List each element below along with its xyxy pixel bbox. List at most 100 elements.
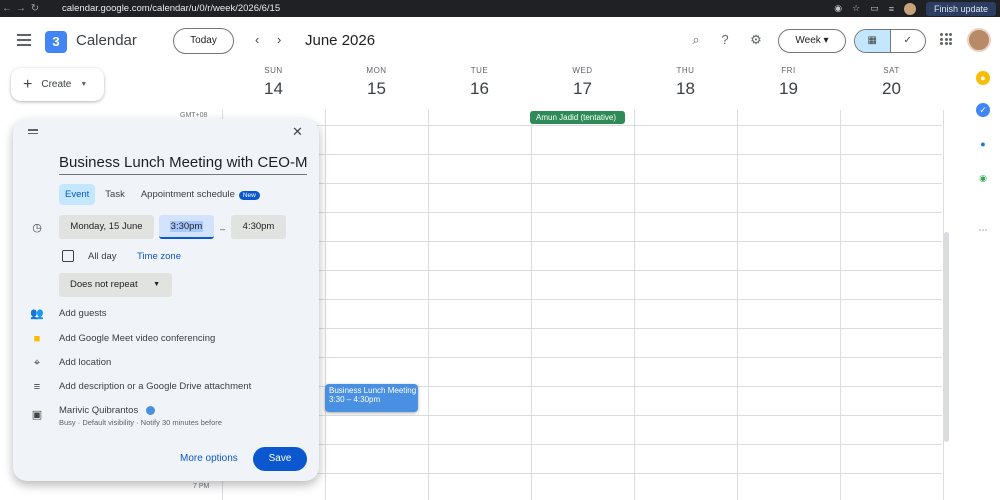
end-time-field[interactable]: 4:30pm [231, 215, 286, 239]
grid-hour-line [222, 328, 942, 329]
playlist-icon[interactable]: ≡ [889, 4, 894, 14]
view-label: Week [795, 35, 821, 46]
event-time: 3:30 – 4:30pm [329, 395, 381, 404]
back-icon[interactable]: ← [0, 3, 14, 14]
more-options-button[interactable]: More options [180, 453, 238, 464]
start-time-field[interactable]: 3:30pm [159, 215, 214, 239]
create-button[interactable]: + Create ▼ [11, 68, 104, 101]
grid-scrollbar[interactable] [944, 232, 949, 442]
grid-hour-line [222, 444, 942, 445]
new-badge: New [238, 191, 260, 200]
grid-column-line [840, 110, 841, 500]
add-location-field[interactable]: Add location [59, 357, 111, 368]
calendar-view-icon[interactable]: ▦ [855, 30, 891, 52]
time-zone-link[interactable]: Time zone [137, 251, 181, 262]
grid-hour-line [222, 212, 942, 213]
add-meet-button[interactable]: Add Google Meet video conferencing [59, 333, 215, 344]
start-time-value: 3:30pm [169, 221, 204, 232]
view-selector[interactable]: Week ▾ [778, 29, 846, 53]
repeat-value: Does not repeat [70, 279, 138, 290]
timezone-label: GMT+08 [180, 112, 208, 119]
guests-icon: 👥 [30, 308, 44, 320]
day-name: WED [572, 66, 593, 75]
quick-event-dialog: ✕ Business Lunch Meeting with CEO-M Even… [13, 119, 319, 481]
grid-hour-line [222, 299, 942, 300]
star-icon[interactable]: ☆ [852, 3, 860, 14]
day-header: WED 17 [531, 66, 634, 99]
add-guests-field[interactable]: Add guests [59, 308, 107, 319]
drag-handle-icon[interactable] [28, 129, 38, 136]
repeat-dropdown[interactable]: Does not repeat ▼ [59, 273, 172, 297]
grid-column-line [737, 110, 738, 500]
calendar-tasks-toggle: ▦ ✓ [854, 29, 926, 53]
today-button[interactable]: Today [173, 28, 234, 54]
eye-icon[interactable]: ◉ [834, 3, 842, 14]
calendar-header: 3 Calendar Today ‹ › June 2026 ⌕ ? ⚙ Wee… [0, 17, 1000, 65]
grid-hour-line [222, 473, 942, 474]
day-date[interactable]: 19 [737, 79, 840, 99]
grid-hour-line [222, 183, 942, 184]
tab-appointment-schedule[interactable]: Appointment schedule New [135, 184, 266, 205]
previous-week-icon[interactable]: ‹ [255, 32, 259, 47]
profile-avatar[interactable] [903, 2, 916, 15]
side-panel-rail: ● ✓ ● ◉ ⋯ [966, 65, 1000, 500]
save-button[interactable]: Save [253, 447, 307, 471]
grid-column-line [325, 110, 326, 500]
help-icon[interactable]: ? [716, 31, 734, 49]
tasks-icon[interactable]: ✓ [976, 103, 990, 117]
tab-event[interactable]: Event [59, 184, 96, 205]
apps-grid-icon[interactable] [940, 33, 952, 45]
owner-details: Busy · Default visibility · Notify 30 mi… [59, 418, 222, 427]
settings-gear-icon[interactable]: ⚙ [747, 31, 765, 49]
month-label: June 2026 [305, 32, 376, 49]
tab-task[interactable]: Task [99, 184, 131, 205]
grid-hour-line [222, 415, 942, 416]
day-header: SAT 20 [840, 66, 943, 99]
day-name: MON [366, 66, 387, 75]
caret-down-icon: ▼ [153, 281, 160, 288]
day-date[interactable]: 16 [428, 79, 531, 99]
event-title-input[interactable]: Business Lunch Meeting with CEO-M [59, 154, 307, 175]
lunch-event[interactable]: Business Lunch Meeting 3:30 – 4:30pm [325, 384, 418, 412]
day-date[interactable]: 14 [222, 79, 325, 99]
maps-icon[interactable]: ◉ [976, 171, 990, 185]
finish-update-button[interactable]: Finish update [925, 1, 996, 16]
app-title: Calendar [76, 32, 137, 49]
day-date[interactable]: 15 [325, 79, 428, 99]
add-description-field[interactable]: Add description or a Google Drive attach… [59, 381, 251, 392]
time-label: 7 PM [193, 483, 210, 490]
day-name: THU [676, 66, 695, 75]
search-icon[interactable]: ⌕ [687, 31, 705, 49]
keep-icon[interactable]: ● [976, 71, 990, 85]
allday-event[interactable]: Amun Jadid (tentative) [530, 111, 625, 124]
location-pin-icon: ⌖ [33, 357, 41, 369]
grid-column-line [634, 110, 635, 500]
cast-icon[interactable]: ▭ [870, 3, 879, 14]
main-menu-icon[interactable] [17, 34, 31, 46]
grid-hour-line [222, 125, 942, 126]
date-picker[interactable]: Monday, 15 June [59, 215, 154, 239]
plus-icon: + [23, 75, 33, 93]
browser-toolbar: ← → ↻ calendar.google.com/calendar/u/0/r… [0, 0, 1000, 17]
day-header: TUE 16 [428, 66, 531, 99]
day-name: SUN [264, 66, 283, 75]
day-date[interactable]: 20 [840, 79, 943, 99]
reload-icon[interactable]: ↻ [28, 3, 42, 14]
account-avatar[interactable] [967, 28, 991, 52]
close-icon[interactable]: ✕ [292, 124, 303, 140]
calendar-owner[interactable]: Marivic Quibrantos [59, 405, 138, 416]
more-icon[interactable]: ⋯ [976, 223, 990, 237]
day-date[interactable]: 17 [531, 79, 634, 99]
address-bar[interactable]: calendar.google.com/calendar/u/0/r/week/… [62, 3, 280, 14]
chevron-down-icon: ▼ [80, 81, 88, 88]
contacts-icon[interactable]: ● [976, 137, 990, 151]
day-date[interactable]: 18 [634, 79, 737, 99]
day-header: FRI 19 [737, 66, 840, 99]
clock-icon: ◷ [32, 222, 42, 234]
forward-icon[interactable]: → [14, 3, 28, 14]
tasks-view-icon[interactable]: ✓ [891, 30, 926, 52]
next-week-icon[interactable]: › [277, 32, 281, 47]
grid-column-line [531, 110, 532, 500]
grid-column-line [428, 110, 429, 500]
all-day-checkbox[interactable] [62, 250, 74, 262]
